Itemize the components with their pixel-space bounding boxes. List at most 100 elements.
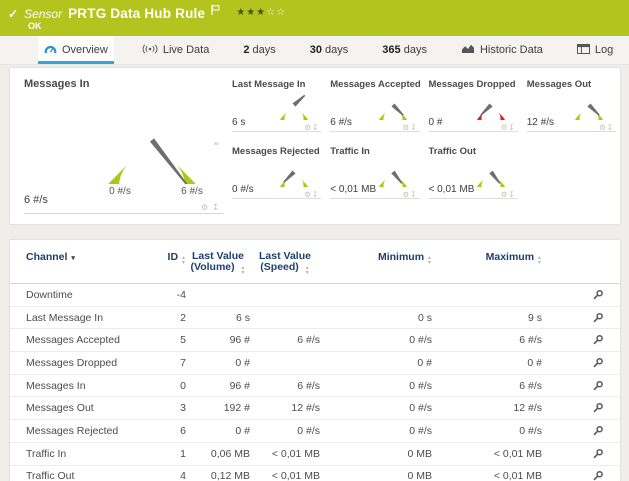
channel-settings-icon[interactable] bbox=[592, 425, 604, 437]
pin-icon[interactable]: ↧ bbox=[607, 123, 614, 132]
gauge-label: Messages In bbox=[24, 78, 89, 90]
table-row-last-message-in[interactable]: Last Message In26 s0 s9 s bbox=[10, 307, 620, 330]
column-header-maximum[interactable]: Maximum▲▼ bbox=[432, 251, 542, 265]
channel-settings-icon[interactable] bbox=[592, 380, 604, 392]
gauge-actions: ⚙↧ bbox=[304, 191, 319, 199]
gauge-dial bbox=[375, 154, 412, 192]
tab-overview[interactable]: Overview bbox=[38, 36, 114, 64]
tab-bar: Overview Live Data 2 days 30 days 365 days Hi… bbox=[0, 36, 629, 65]
gauge-actions: ⚙↧ bbox=[599, 124, 614, 132]
gauge-value: < 0,01 MB bbox=[330, 184, 376, 195]
table-row-downtime[interactable]: Downtime-4 bbox=[10, 284, 620, 307]
cell-maximum: < 0,01 MB bbox=[432, 448, 542, 460]
cell-channel: Messages In bbox=[26, 380, 158, 392]
pin-icon[interactable]: ↧ bbox=[410, 190, 417, 199]
gauge-max-label: 6 #/s bbox=[162, 186, 222, 197]
gauge-value: 6 s bbox=[232, 117, 245, 128]
table-row-traffic-in[interactable]: Traffic In10,06 MB< 0,01 MB0 MB< 0,01 MB bbox=[10, 443, 620, 466]
column-header-last-value-speed[interactable]: Last Value(Speed) ▲▼ bbox=[250, 251, 320, 275]
tab-historic-data[interactable]: Historic Data bbox=[461, 36, 543, 64]
channel-settings-icon[interactable] bbox=[592, 312, 604, 324]
gauges-panel: Messages In x̄ 0 #/s 6 #/s 6 #/s ⚙ ↧ Las… bbox=[10, 68, 620, 224]
gauge-messages-rejected: Messages Rejected0 #/s⚙↧ bbox=[228, 141, 323, 208]
gauge-actions: ⚙↧ bbox=[402, 124, 417, 132]
gauge-actions: ⚙↧ bbox=[304, 124, 319, 132]
table-row-traffic-out[interactable]: Traffic Out40,12 MB< 0,01 MB0 MB< 0,01 M… bbox=[10, 466, 620, 481]
table-row-messages-out[interactable]: Messages Out3192 #12 #/s0 #/s12 #/s bbox=[10, 397, 620, 420]
cell-last-value-volume: 0 # bbox=[186, 357, 250, 369]
gauge-actions: ⚙↧ bbox=[402, 191, 417, 199]
column-header-channel[interactable]: Channel▾ bbox=[26, 251, 158, 263]
gauge-traffic-out: Traffic Out< 0,01 MB⚙↧ bbox=[425, 141, 520, 208]
table-row-messages-accepted[interactable]: Messages Accepted596 #6 #/s0 #/s6 #/s bbox=[10, 329, 620, 352]
channel-settings-icon[interactable] bbox=[592, 357, 604, 369]
priority-stars[interactable]: ★★★☆☆ bbox=[236, 7, 286, 18]
cell-last-value-volume: 0,12 MB bbox=[186, 470, 250, 481]
column-header-id[interactable]: ID▲▼ bbox=[158, 251, 186, 265]
gear-icon[interactable]: ⚙ bbox=[599, 123, 607, 132]
cell-maximum: 0 # bbox=[432, 357, 542, 369]
gauge-label: Traffic In bbox=[330, 146, 370, 157]
tab-label: Historic Data bbox=[480, 44, 543, 56]
cell-maximum: < 0,01 MB bbox=[432, 470, 542, 481]
flag-icon[interactable] bbox=[211, 2, 220, 20]
gauge-icon bbox=[44, 43, 57, 57]
live-icon bbox=[142, 44, 158, 57]
channel-settings-icon[interactable] bbox=[592, 334, 604, 346]
cell-last-value-speed: < 0,01 MB bbox=[250, 448, 320, 460]
channel-settings-icon[interactable] bbox=[592, 289, 604, 301]
pin-icon[interactable]: ↧ bbox=[212, 203, 220, 212]
pin-icon[interactable]: ↧ bbox=[410, 123, 417, 132]
tab-live-data[interactable]: Live Data bbox=[142, 36, 209, 64]
cell-last-value-volume: 0,06 MB bbox=[186, 448, 250, 460]
tab-365-days[interactable]: 365 days bbox=[382, 36, 427, 64]
gauge-actions: ⚙↧ bbox=[501, 124, 516, 132]
gauge-actions: ⚙ ↧ bbox=[201, 204, 220, 212]
table-row-messages-rejected[interactable]: Messages Rejected60 #0 #/s0 #/s0 #/s bbox=[10, 420, 620, 443]
cell-last-value-speed: 12 #/s bbox=[250, 402, 320, 414]
cell-minimum: 0 #/s bbox=[320, 380, 432, 392]
gear-icon[interactable]: ⚙ bbox=[304, 190, 312, 199]
gauge-dial bbox=[571, 87, 608, 125]
cell-channel: Messages Out bbox=[26, 402, 158, 414]
svg-text:x̄: x̄ bbox=[212, 142, 219, 146]
star-filled-icon[interactable]: ★ bbox=[256, 7, 266, 18]
gear-icon[interactable]: ⚙ bbox=[201, 203, 209, 212]
cell-id: 5 bbox=[158, 334, 186, 346]
column-header-minimum[interactable]: Minimum▲▼ bbox=[320, 251, 432, 265]
cell-id: -4 bbox=[158, 289, 186, 301]
star-filled-icon[interactable]: ★ bbox=[236, 7, 246, 18]
cell-channel: Traffic In bbox=[26, 448, 158, 460]
star-filled-icon[interactable]: ★ bbox=[246, 7, 256, 18]
table-row-messages-in[interactable]: Messages In096 #6 #/s0 #/s6 #/s bbox=[10, 375, 620, 398]
channel-settings-icon[interactable] bbox=[592, 470, 604, 481]
pin-icon[interactable]: ↧ bbox=[312, 190, 319, 199]
channel-settings-icon[interactable] bbox=[592, 402, 604, 414]
star-empty-icon[interactable]: ☆ bbox=[266, 7, 276, 18]
gauge-dial bbox=[276, 87, 313, 125]
cell-minimum: 0 #/s bbox=[320, 334, 432, 346]
cell-id: 4 bbox=[158, 470, 186, 481]
pin-icon[interactable]: ↧ bbox=[508, 190, 515, 199]
channel-settings-icon[interactable] bbox=[592, 448, 604, 460]
cell-minimum: 0 # bbox=[320, 357, 432, 369]
sort-icon: ▲▼ bbox=[537, 256, 542, 265]
cell-channel: Traffic Out bbox=[26, 470, 158, 481]
cell-channel: Messages Dropped bbox=[26, 357, 158, 369]
column-header-last-value-volume[interactable]: Last Value(Volume) ▲▼ bbox=[186, 251, 250, 275]
gear-icon[interactable]: ⚙ bbox=[304, 123, 312, 132]
table-body: Downtime-4Last Message In26 s0 s9 sMessa… bbox=[10, 284, 620, 481]
table-row-messages-dropped[interactable]: Messages Dropped70 #0 #0 # bbox=[10, 352, 620, 375]
table-header-row: Channel▾ID▲▼Last Value(Volume) ▲▼Last Va… bbox=[10, 240, 620, 284]
gauge-dial bbox=[276, 154, 313, 192]
tab-log[interactable]: Log bbox=[577, 36, 613, 64]
pin-icon[interactable]: ↧ bbox=[312, 123, 319, 132]
gauge-messages-accepted: Messages Accepted6 #/s⚙↧ bbox=[326, 74, 421, 141]
tab-2-days[interactable]: 2 days bbox=[243, 36, 275, 64]
star-empty-icon[interactable]: ☆ bbox=[276, 7, 286, 18]
tab-30-days[interactable]: 30 days bbox=[310, 36, 349, 64]
cell-last-value-volume: 0 # bbox=[186, 425, 250, 437]
pin-icon[interactable]: ↧ bbox=[508, 123, 515, 132]
sensor-title: PRTG Data Hub Rule bbox=[68, 6, 205, 21]
cell-last-value-speed: < 0,01 MB bbox=[250, 470, 320, 481]
